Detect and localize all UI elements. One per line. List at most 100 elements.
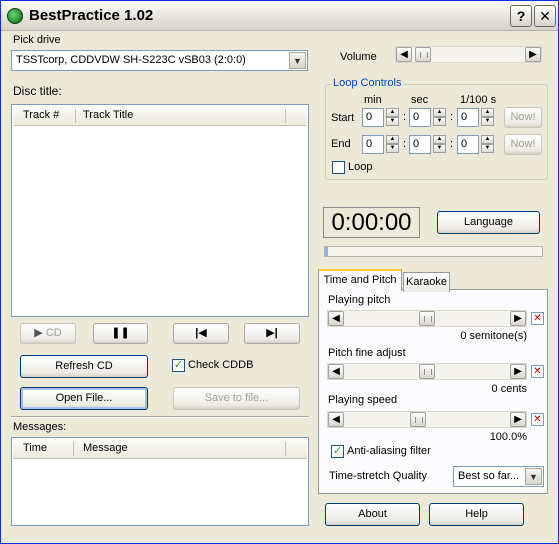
start-now-button[interactable]: Now! (504, 107, 542, 128)
spin-down-icon[interactable]: ▼ (433, 117, 446, 126)
close-title-button[interactable]: ✕ (534, 5, 556, 27)
loop-checkbox[interactable] (332, 161, 345, 174)
loop-label[interactable]: Loop (348, 161, 372, 173)
end-hs-spinner[interactable]: 0 ▲ ▼ (457, 135, 497, 154)
end-min-spinner[interactable]: 0 ▲ ▼ (362, 135, 402, 154)
language-button[interactable]: Language (437, 211, 540, 234)
drive-select[interactable]: TSSTcorp, CDDVDW SH-S223C vSB03 (2:0:0) … (11, 50, 308, 71)
pitch-fine-slider[interactable]: ◀ ▶ (327, 363, 527, 380)
play-cd-button[interactable]: ▶ CD (20, 323, 76, 344)
pitch-fine-value: 0 cents (491, 383, 527, 395)
end-now-button[interactable]: Now! (504, 134, 542, 155)
loop-controls-title: Loop Controls (332, 77, 403, 89)
reset-fine-icon[interactable]: ✕ (531, 365, 544, 378)
check-cddb-checkbox[interactable]: ✓ (172, 359, 185, 372)
spin-up-icon[interactable]: ▲ (481, 135, 494, 144)
refresh-cd-button[interactable]: Refresh CD (20, 355, 148, 378)
pitch-value: 0 semitone(s) (460, 330, 527, 342)
min-header: min (364, 94, 382, 106)
col-time[interactable]: Time (23, 442, 47, 454)
track-list[interactable]: Track # Track Title (11, 104, 309, 317)
spin-down-icon[interactable]: ▼ (481, 144, 494, 153)
save-to-file-button[interactable]: Save to file... (173, 387, 300, 410)
anti-aliasing-label[interactable]: Anti-aliasing filter (347, 445, 431, 457)
scroll-right-icon[interactable]: ▶ (510, 364, 526, 379)
skip-back-icon: |◀ (195, 327, 207, 339)
check-cddb-label[interactable]: Check CDDB (188, 359, 253, 371)
pitch-fine-label: Pitch fine adjust (328, 347, 406, 359)
previous-track-button[interactable]: |◀ (173, 323, 229, 344)
sec-header: sec (411, 94, 429, 106)
playing-speed-label: Playing speed (328, 394, 398, 406)
scroll-right-icon[interactable]: ▶ (525, 47, 541, 62)
time-display: 0:00:00 (323, 207, 420, 238)
title-bar: BestPractice 1.02 ? ✕ (1, 1, 558, 31)
track-list-header: Track # Track Title (13, 106, 307, 126)
volume-label: Volume (340, 51, 377, 63)
disc-title-label: Disc title: (13, 84, 62, 98)
spin-up-icon[interactable]: ▲ (433, 108, 446, 117)
tab-karaoke[interactable]: Karaoke (403, 272, 450, 292)
open-file-button[interactable]: Open File... (20, 387, 148, 410)
app-icon (7, 8, 23, 24)
chevron-down-icon[interactable]: ▼ (289, 52, 306, 69)
start-hs-spinner[interactable]: 0 ▲ ▼ (457, 108, 497, 127)
drive-select-value: TSSTcorp, CDDVDW SH-S223C vSB03 (2:0:0) (16, 54, 246, 66)
help-button[interactable]: Help (429, 503, 524, 526)
end-label: End (331, 138, 351, 150)
skip-forward-icon: ▶| (266, 327, 278, 339)
end-sec-spinner[interactable]: 0 ▲ ▼ (409, 135, 449, 154)
pitch-fine-thumb[interactable] (419, 364, 435, 379)
start-min-spinner[interactable]: 0 ▲ ▼ (362, 108, 402, 127)
pause-icon: ❚❚ (111, 327, 130, 339)
col-track-number[interactable]: Track # (23, 109, 59, 121)
quality-select-value: Best so far... (458, 470, 520, 482)
divider (11, 416, 309, 418)
window-title: BestPractice 1.02 (29, 7, 154, 24)
volume-thumb[interactable] (415, 47, 431, 62)
speed-value: 100.0% (489, 431, 527, 443)
scroll-left-icon[interactable]: ◀ (328, 412, 344, 427)
quality-select[interactable]: Best so far... ▼ (453, 466, 544, 487)
tab-time-and-pitch[interactable]: Time and Pitch (318, 269, 402, 291)
messages-list-header: Time Message (13, 439, 307, 459)
scroll-left-icon[interactable]: ◀ (328, 311, 344, 326)
reset-speed-icon[interactable]: ✕ (531, 413, 544, 426)
play-icon: ▶ (34, 327, 43, 339)
start-label: Start (331, 112, 355, 124)
scroll-left-icon[interactable]: ◀ (328, 364, 344, 379)
next-track-button[interactable]: ▶| (244, 323, 300, 344)
anti-aliasing-checkbox[interactable]: ✓ (331, 445, 344, 458)
spin-up-icon[interactable]: ▲ (433, 135, 446, 144)
col-track-title[interactable]: Track Title (83, 109, 133, 121)
spin-down-icon[interactable]: ▼ (386, 117, 399, 126)
speed-thumb[interactable] (410, 412, 426, 427)
volume-slider[interactable]: ◀ ▶ (395, 46, 542, 63)
spin-down-icon[interactable]: ▼ (481, 117, 494, 126)
speed-slider[interactable]: ◀ ▶ (327, 411, 527, 428)
col-message[interactable]: Message (83, 442, 128, 454)
spin-up-icon[interactable]: ▲ (386, 108, 399, 117)
pick-drive-label: Pick drive (13, 34, 61, 46)
spin-down-icon[interactable]: ▼ (433, 144, 446, 153)
start-sec-spinner[interactable]: 0 ▲ ▼ (409, 108, 449, 127)
pitch-thumb[interactable] (419, 311, 435, 326)
scroll-left-icon[interactable]: ◀ (396, 47, 412, 62)
spin-up-icon[interactable]: ▲ (481, 108, 494, 117)
chevron-down-icon[interactable]: ▼ (525, 468, 542, 485)
scroll-right-icon[interactable]: ▶ (510, 311, 526, 326)
help-title-button[interactable]: ? (510, 5, 532, 27)
scroll-right-icon[interactable]: ▶ (510, 412, 526, 427)
time-stretch-quality-label: Time-stretch Quality (329, 470, 428, 482)
spin-up-icon[interactable]: ▲ (386, 135, 399, 144)
main-window: BestPractice 1.02 ? ✕ Pick drive TSSTcor… (0, 0, 559, 544)
reset-pitch-icon[interactable]: ✕ (531, 312, 544, 325)
pause-button[interactable]: ❚❚ (93, 323, 148, 344)
messages-list[interactable]: Time Message (11, 437, 309, 526)
about-button[interactable]: About (325, 503, 420, 526)
position-bar[interactable] (324, 246, 543, 257)
pitch-slider[interactable]: ◀ ▶ (327, 310, 527, 327)
spin-down-icon[interactable]: ▼ (386, 144, 399, 153)
position-marker[interactable] (325, 247, 328, 256)
playing-pitch-label: Playing pitch (328, 294, 391, 306)
